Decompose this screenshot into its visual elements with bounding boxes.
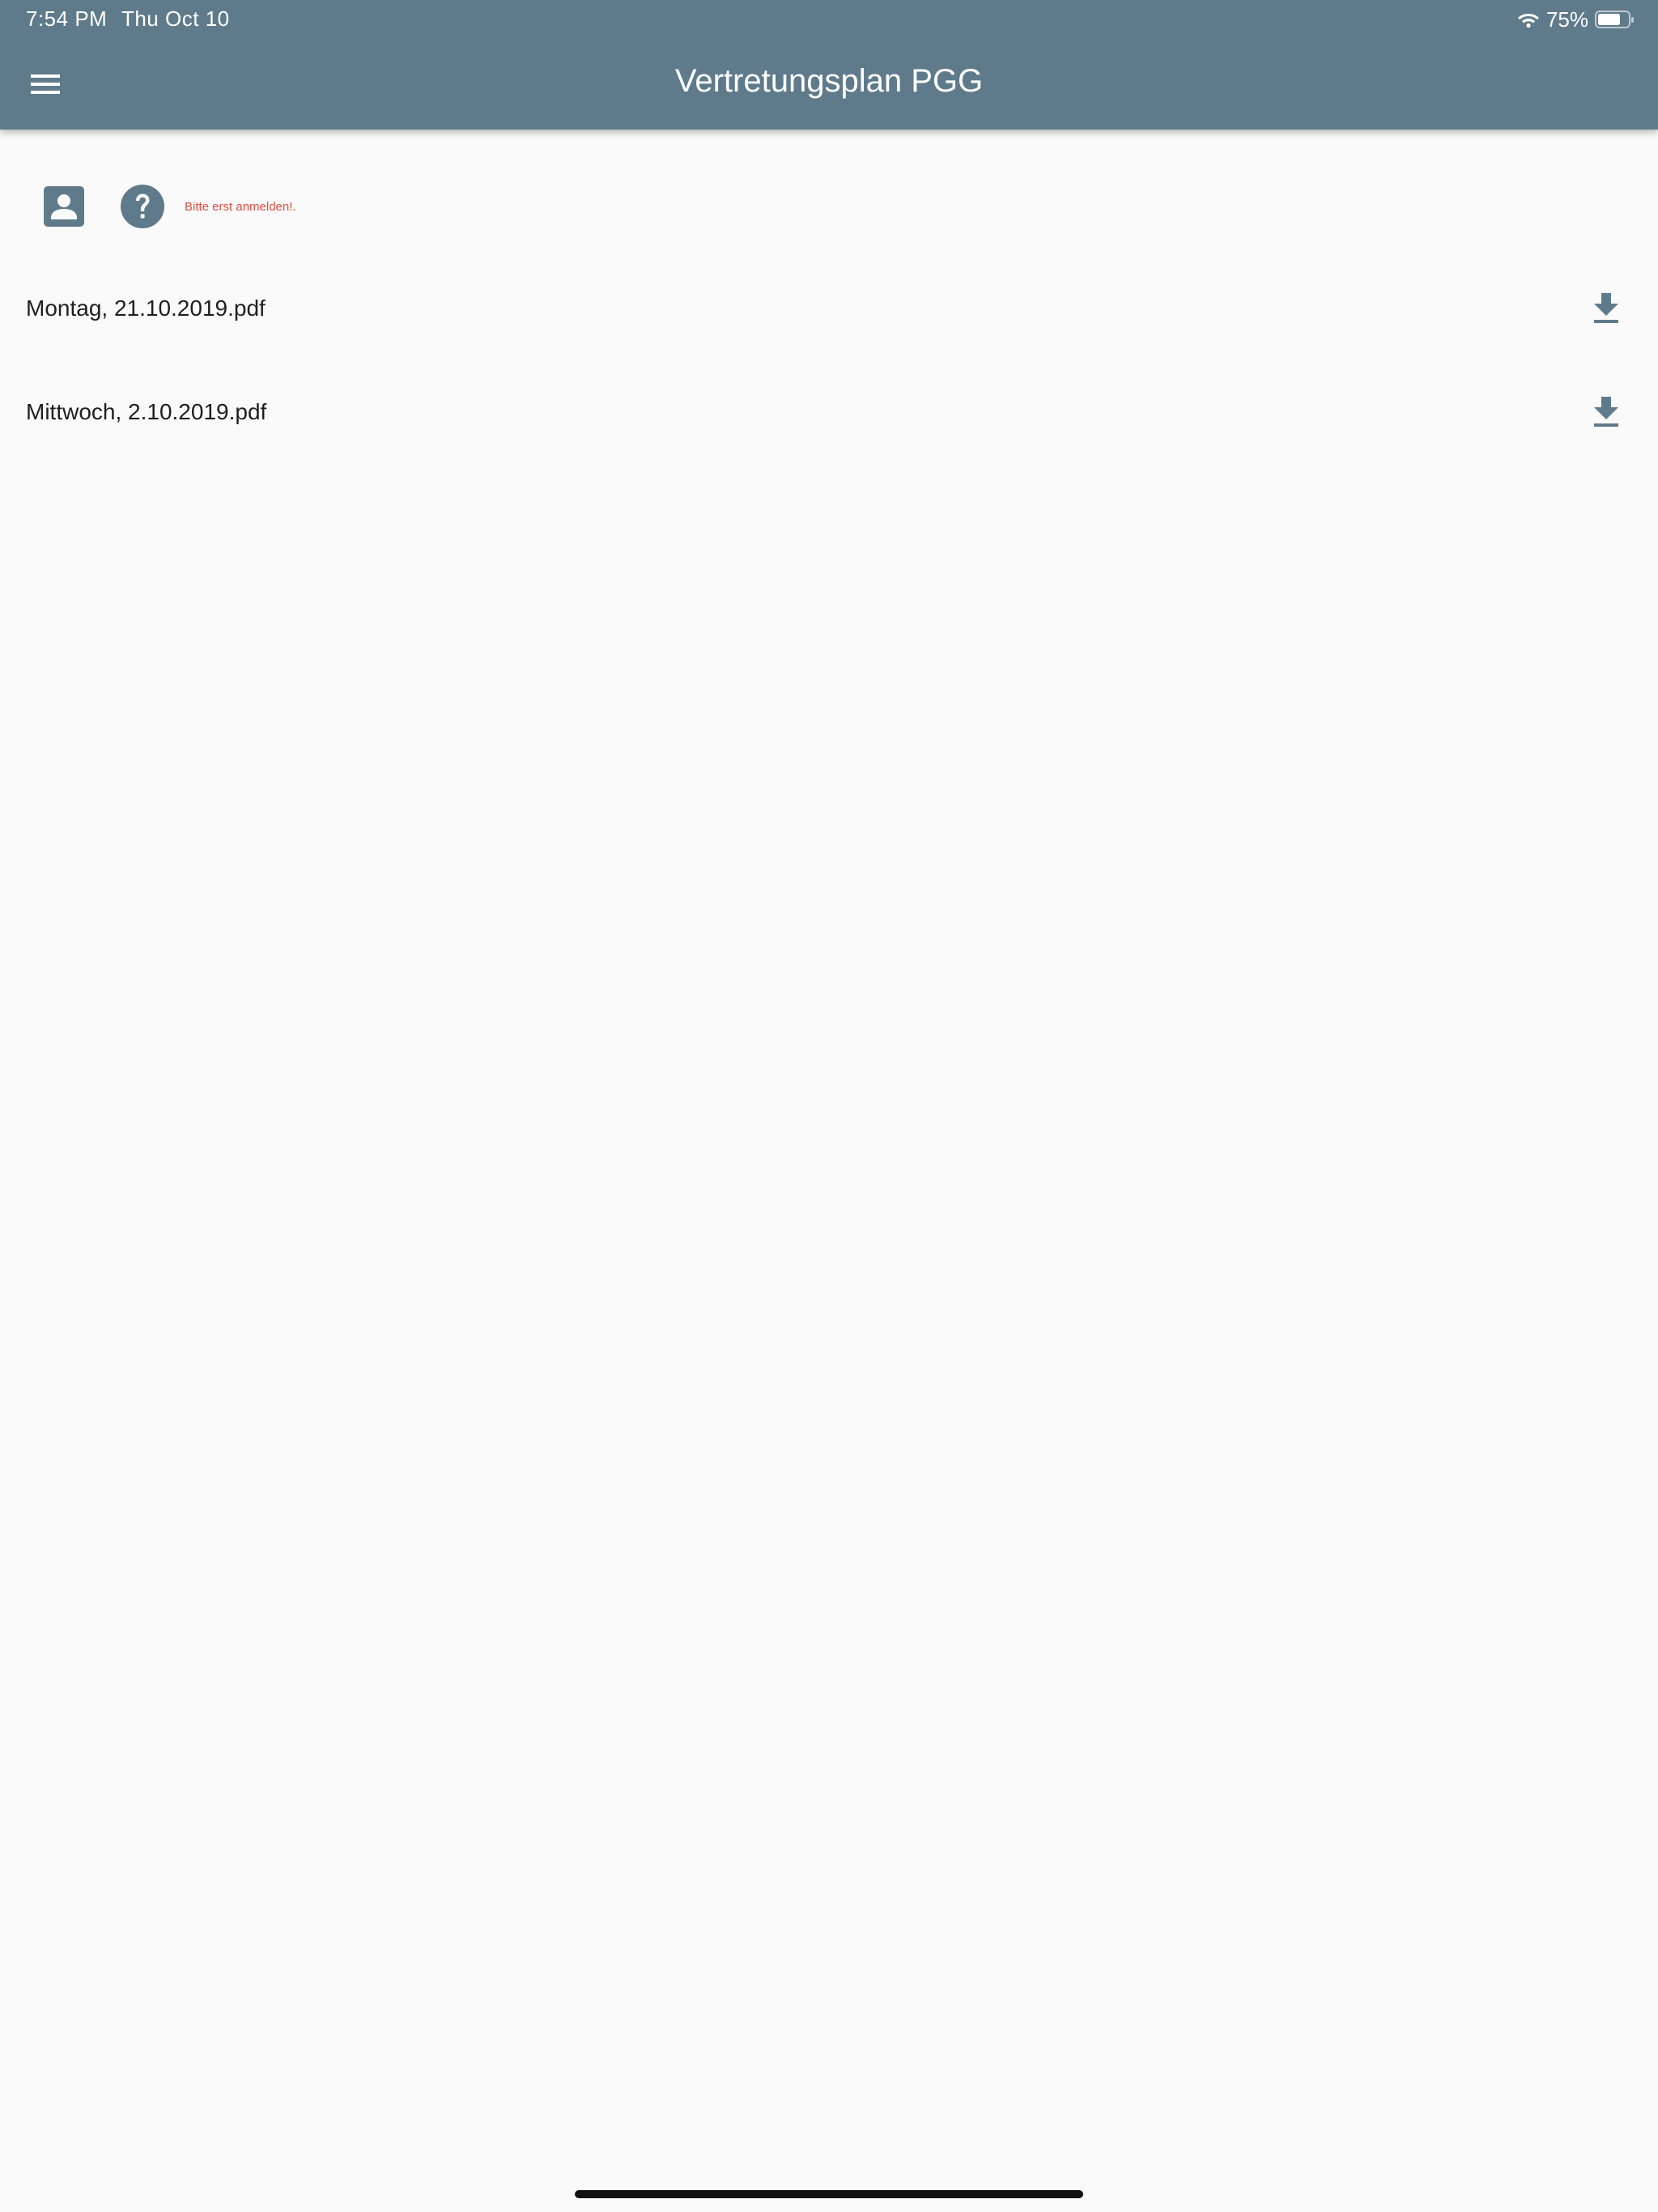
battery-icon <box>1595 10 1635 29</box>
help-circle-icon <box>121 185 164 228</box>
download-button[interactable] <box>1590 291 1622 326</box>
profile-button[interactable] <box>42 185 86 228</box>
home-indicator[interactable] <box>575 2190 1083 2198</box>
file-name: Mittwoch, 2.10.2019.pdf <box>26 399 267 424</box>
file-list-item[interactable]: Montag, 21.10.2019.pdf <box>0 270 1658 351</box>
help-button[interactable] <box>120 184 165 229</box>
download-icon <box>1594 397 1618 427</box>
file-list-item[interactable]: Mittwoch, 2.10.2019.pdf <box>0 373 1658 454</box>
download-button[interactable] <box>1590 394 1622 430</box>
app-screen: 7:54 PM Thu Oct 10 75% Vertretungsplan P… <box>0 0 1658 2212</box>
battery-percentage: 75% <box>1545 6 1588 32</box>
download-icon <box>1594 293 1618 323</box>
wifi-icon <box>1517 11 1540 28</box>
status-indicators: 75% <box>1517 6 1635 32</box>
file-name: Montag, 21.10.2019.pdf <box>26 296 266 321</box>
status-time: 7:54 PM <box>26 6 108 31</box>
app-title: Vertretungsplan PGG <box>674 63 984 99</box>
status-date: Thu Oct 10 <box>121 6 230 31</box>
top-app-bar: 7:54 PM Thu Oct 10 75% Vertretungsplan P… <box>0 0 1658 130</box>
account-box-icon <box>44 186 84 227</box>
account-action-row: Bitte erst anmelden!. <box>0 178 1658 235</box>
login-hint: Bitte erst anmelden!. <box>185 200 296 214</box>
